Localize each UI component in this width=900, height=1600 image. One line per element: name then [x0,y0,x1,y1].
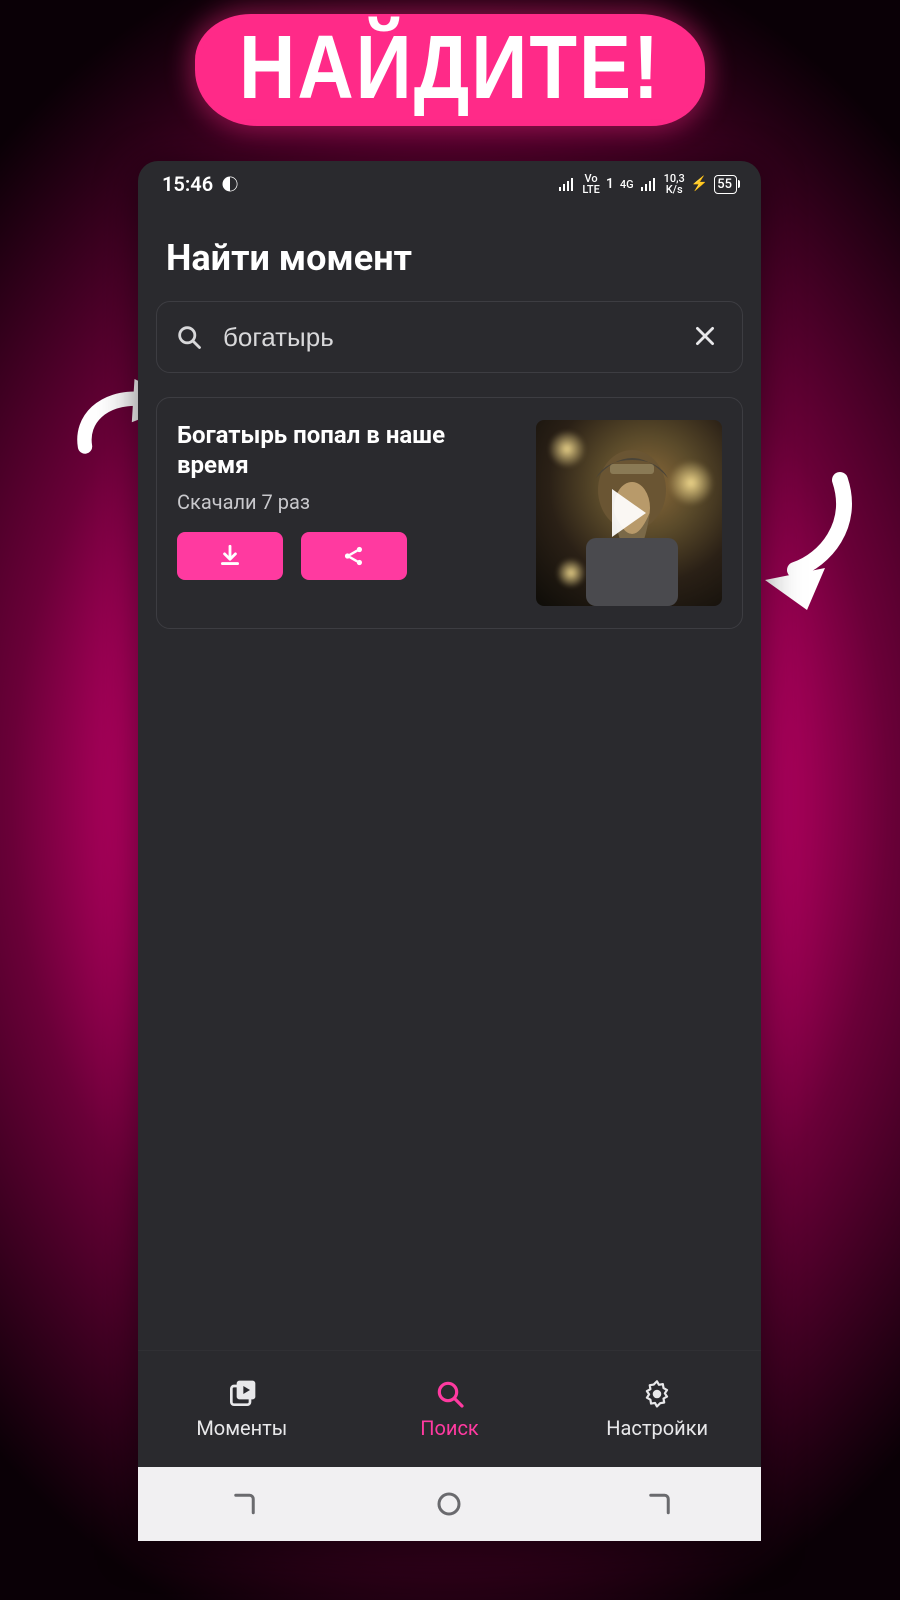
status-right-cluster: Vo LTE 1 4G 10,3 K/s ⚡ 55 [558,173,737,195]
home-circle-icon [434,1489,464,1519]
back-icon [642,1489,672,1519]
share-icon [341,543,367,569]
battery-percent: 55 [717,177,732,192]
tab-moments-label: Моменты [196,1416,287,1440]
promo-headline-badge: НАЙДИТЕ! [201,20,699,120]
status-net-speed: 10,3 K/s [664,173,685,195]
download-button[interactable] [177,532,283,580]
result-downloads: Скачали 7 раз [177,490,516,514]
nav-back-button[interactable] [638,1485,676,1523]
status-sim1: 1 [606,176,614,192]
result-thumbnail[interactable] [536,420,722,606]
promo-headline-text: НАЙДИТЕ! [239,22,661,112]
search-tab-icon [434,1378,466,1410]
recents-icon [227,1489,257,1519]
signal-icon [558,177,576,191]
android-nav-bar [138,1467,761,1541]
gear-icon [641,1378,673,1410]
nav-home-button[interactable] [430,1485,468,1523]
search-input[interactable] [221,321,668,354]
charging-icon: ⚡ [691,176,708,192]
share-button[interactable] [301,532,407,580]
status-bar: 15:46 Vo LTE 1 4G 10,3 K/s ⚡ 55 [138,161,761,207]
tab-search[interactable]: Поиск [346,1351,554,1467]
battery-indicator: 55 [714,175,737,194]
result-title: Богатырь попал в наше время [177,420,457,480]
search-icon [175,323,203,351]
moments-icon [226,1378,258,1410]
download-icon [217,543,243,569]
search-field-container[interactable] [156,301,743,373]
status-time: 15:46 [162,172,213,196]
callout-arrow-right-icon [755,470,855,610]
page-title: Найти момент [138,207,761,301]
nav-recents-button[interactable] [223,1485,261,1523]
tab-settings[interactable]: Настройки [553,1351,761,1467]
signal2-icon [640,177,658,191]
tab-moments[interactable]: Моменты [138,1351,346,1467]
close-icon [692,323,718,349]
phone-screenshot: 15:46 Vo LTE 1 4G 10,3 K/s ⚡ 55 Найти мо… [138,161,761,1541]
promo-stage: НАЙДИТЕ! 15:46 Vo LTE 1 4G 10,3 [0,0,900,1600]
clear-search-button[interactable] [686,317,724,358]
tab-settings-label: Настройки [606,1416,708,1440]
status-4g: 4G [620,179,634,190]
search-result-card[interactable]: Богатырь попал в наше время Скачали 7 ра… [156,397,743,629]
play-icon [612,489,646,537]
status-app-icon [221,175,239,193]
bottom-tab-bar: Моменты Поиск Настройки [138,1350,761,1467]
tab-search-label: Поиск [420,1416,479,1440]
status-volte: Vo LTE [582,173,600,195]
